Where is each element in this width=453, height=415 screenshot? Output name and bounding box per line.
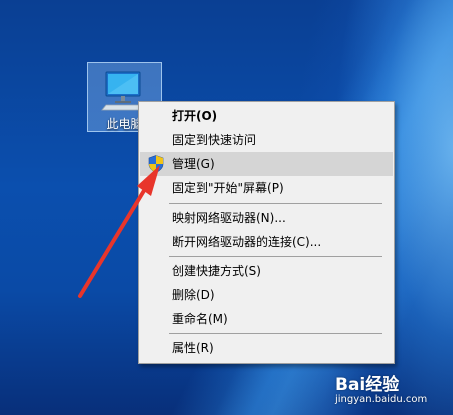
watermark-logo: Bai经验 — [335, 375, 400, 395]
baidu-watermark: Bai经验 jingyan.baidu.com — [335, 370, 445, 410]
annotation-arrow — [78, 165, 160, 298]
watermark-url: jingyan.baidu.com — [335, 394, 428, 405]
